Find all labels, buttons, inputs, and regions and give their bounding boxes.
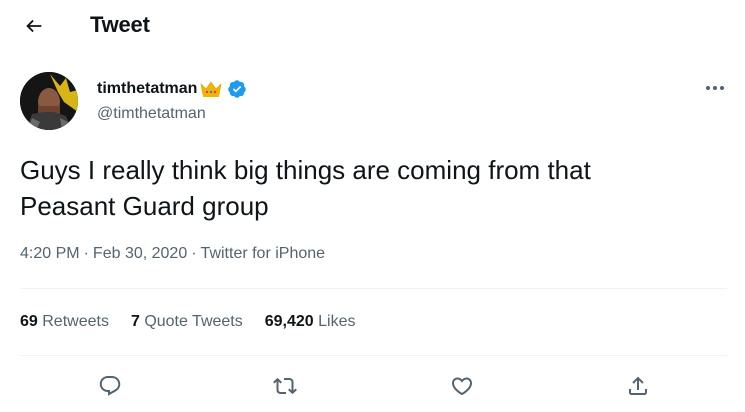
reply-button[interactable]: [90, 366, 130, 406]
tweet-author: timthetatman @timthetatman: [97, 78, 247, 123]
header: Tweet: [0, 0, 745, 52]
retweets-count: 69: [20, 313, 38, 330]
more-horizontal-icon: [706, 86, 724, 90]
tweet-source[interactable]: Twitter for iPhone: [201, 245, 326, 262]
likes-label: Likes: [318, 313, 356, 330]
divider: [20, 355, 727, 356]
tweet-text-line: Peasant Guard group: [20, 191, 269, 221]
author-display-name[interactable]: timthetatman: [97, 80, 197, 98]
quote-tweets-count: 7: [130, 313, 140, 330]
likes-stat[interactable]: 69,420 Likes: [265, 313, 356, 331]
avatar-image: [20, 72, 78, 130]
arrow-left-icon: [26, 19, 42, 33]
tweet-meta: 4:20 PM · Feb 30, 2020 · Twitter for iPhone: [20, 245, 325, 263]
retweet-button[interactable]: [265, 366, 305, 406]
meta-separator: ·: [191, 245, 197, 262]
tweet-text: Guys I really think big things are comin…: [20, 152, 720, 224]
author-handle[interactable]: @timthetatman: [97, 105, 247, 123]
like-button[interactable]: [442, 366, 482, 406]
page-title: Tweet: [90, 12, 150, 37]
tweet-text-line: Guys I really think big things are comin…: [20, 155, 591, 185]
meta-separator: ·: [83, 245, 89, 262]
crown-icon: [199, 80, 223, 98]
likes-count: 69,420: [264, 313, 314, 330]
divider: [20, 288, 727, 289]
reply-icon: [99, 376, 121, 396]
share-button[interactable]: [618, 366, 658, 406]
more-button[interactable]: [700, 78, 730, 98]
quote-tweets-label: Quote Tweets: [144, 313, 243, 330]
verified-badge-icon: [227, 79, 247, 99]
avatar[interactable]: [20, 72, 78, 130]
back-button[interactable]: [16, 8, 52, 44]
like-icon: [451, 377, 473, 396]
quote-tweets-stat[interactable]: 7 Quote Tweets: [131, 313, 243, 331]
retweets-label: Retweets: [42, 313, 109, 330]
share-icon: [629, 376, 647, 395]
tweet-time[interactable]: 4:20 PM: [20, 245, 80, 262]
tweet-actions: [0, 366, 745, 406]
tweet-stats: 69 Retweets 7 Quote Tweets 69,420 Likes: [20, 313, 356, 331]
retweets-stat[interactable]: 69 Retweets: [20, 313, 109, 331]
retweet-icon: [273, 377, 297, 395]
tweet-date[interactable]: Feb 30, 2020: [93, 245, 187, 262]
